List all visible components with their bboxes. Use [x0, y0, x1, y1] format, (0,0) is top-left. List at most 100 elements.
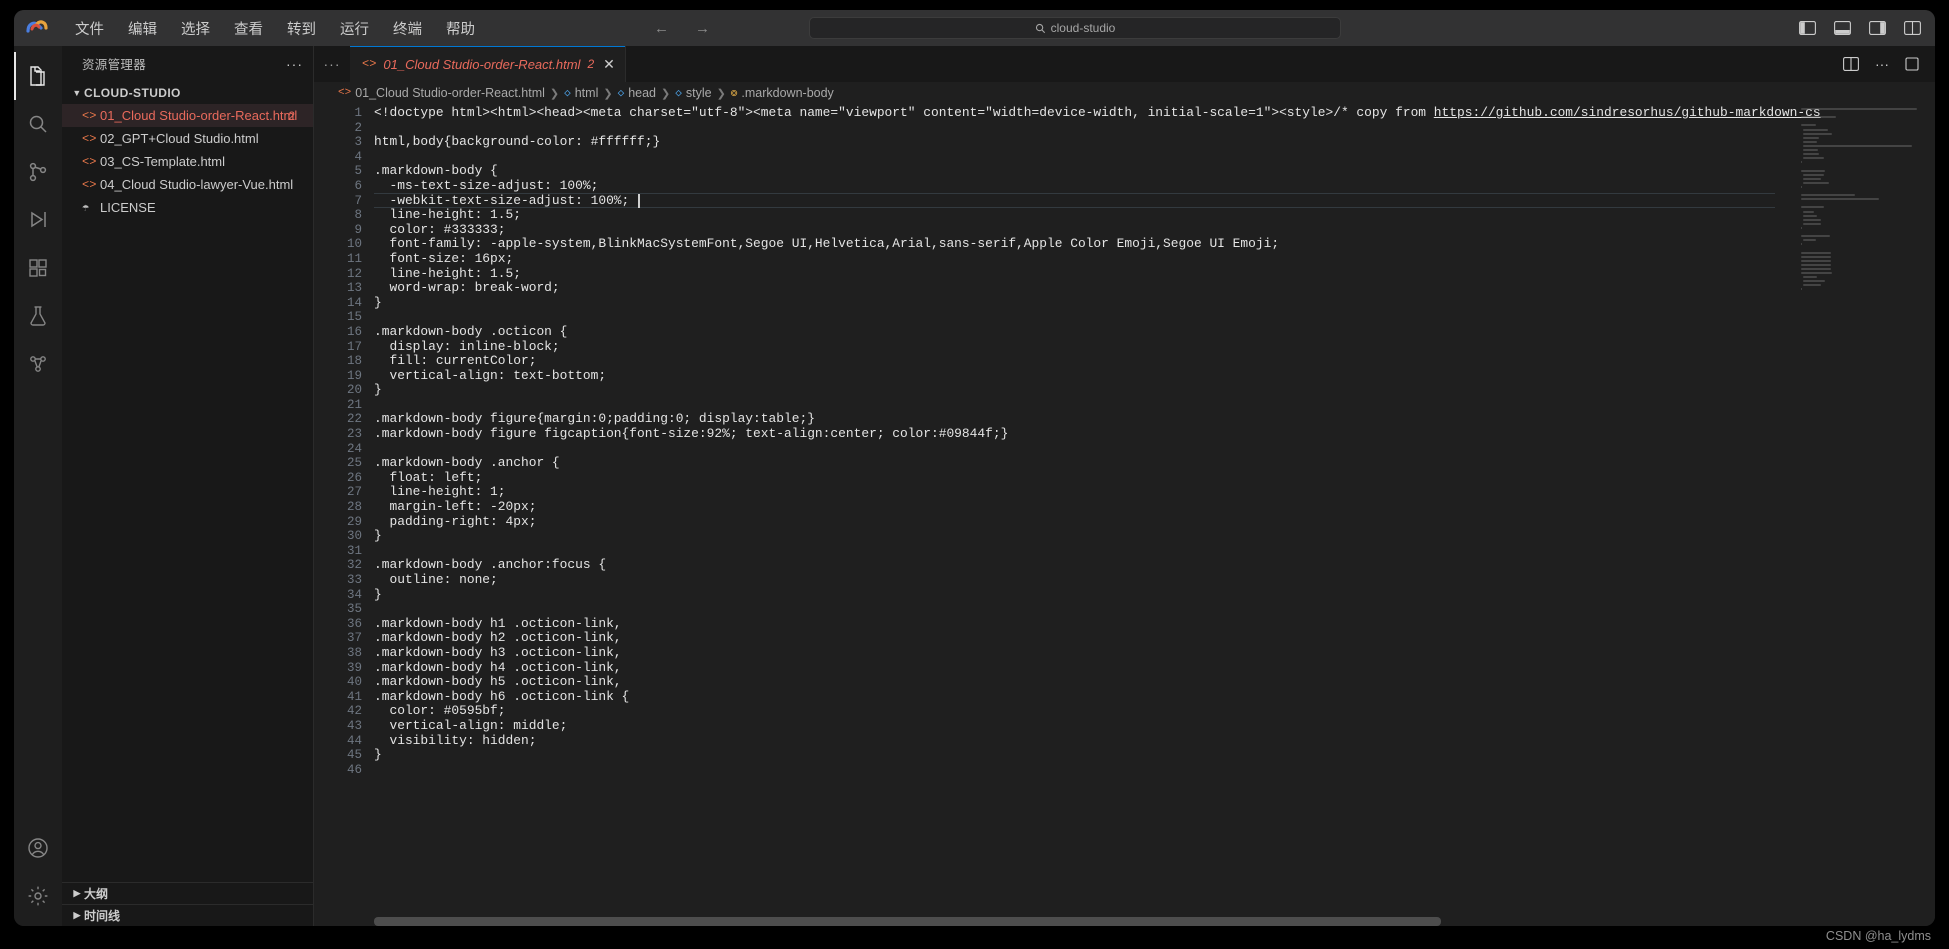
- code-line[interactable]: font-size: 16px;: [374, 251, 1935, 267]
- sidebar-item-explorer[interactable]: [14, 52, 62, 100]
- code-line[interactable]: .markdown-body h3 .octicon-link,: [374, 645, 1935, 661]
- code-line[interactable]: }: [374, 587, 1935, 603]
- sidebar-item-testing[interactable]: [14, 292, 62, 340]
- forward-arrow-icon[interactable]: →: [695, 20, 710, 37]
- breadcrumb-item-file[interactable]: <> 01_Cloud Studio-order-React.html: [338, 86, 545, 100]
- code-line[interactable]: line-height: 1.5;: [374, 208, 1935, 223]
- file-item-02[interactable]: <> 02_GPT+Cloud Studio.html: [62, 127, 313, 150]
- code-line[interactable]: }: [374, 748, 1935, 763]
- code-content[interactable]: <!doctype html><html><head><meta charset…: [374, 104, 1935, 926]
- settings-gear-icon[interactable]: [14, 872, 62, 920]
- code-line[interactable]: html,body{background-color: #ffffff;}: [374, 135, 1935, 150]
- maximize-icon[interactable]: [1905, 57, 1919, 71]
- code-line[interactable]: .markdown-body h1 .octicon-link,: [374, 616, 1935, 632]
- menu-item-file[interactable]: 文件: [64, 14, 115, 43]
- code-line[interactable]: [374, 602, 1935, 617]
- code-line[interactable]: .markdown-body h4 .octicon-link,: [374, 660, 1935, 676]
- code-line[interactable]: .markdown-body .anchor:focus {: [374, 558, 1935, 573]
- customize-layout-icon[interactable]: [1904, 21, 1921, 35]
- code-link[interactable]: https://github.com/sindresorhus/github-m…: [1434, 105, 1821, 120]
- code-line[interactable]: color: #333333;: [374, 222, 1935, 238]
- code-line[interactable]: vertical-align: text-bottom;: [374, 368, 1935, 384]
- code-line[interactable]: [374, 442, 1935, 457]
- code-line[interactable]: margin-left: -20px;: [374, 499, 1935, 515]
- toggle-primary-sidebar-icon[interactable]: [1799, 21, 1816, 35]
- horizontal-scrollbar[interactable]: [374, 917, 1441, 926]
- code-line[interactable]: .markdown-body .anchor {: [374, 456, 1935, 471]
- code-line[interactable]: .markdown-body h2 .octicon-link,: [374, 631, 1935, 646]
- code-line[interactable]: .markdown-body h5 .octicon-link,: [374, 675, 1935, 690]
- code-line[interactable]: font-family: -apple-system,BlinkMacSyste…: [374, 237, 1935, 252]
- code-line[interactable]: [374, 763, 1935, 778]
- code-line[interactable]: vertical-align: middle;: [374, 718, 1935, 734]
- code-line[interactable]: float: left;: [374, 470, 1935, 486]
- code-line[interactable]: padding-right: 4px;: [374, 514, 1935, 530]
- breadcrumb-item-style[interactable]: ◇ style: [675, 86, 711, 100]
- code-line[interactable]: }: [374, 295, 1935, 311]
- code-line[interactable]: [374, 544, 1935, 559]
- code-line[interactable]: .markdown-body figure figcaption{font-si…: [374, 426, 1935, 442]
- code-editor[interactable]: 1 2 3 4 5 6 7 8 9 10 11 12 13 14 15 16 17 18 19 20 21 22 23 24 2…: [314, 104, 1935, 926]
- menu-item-edit[interactable]: 编辑: [117, 14, 168, 43]
- accounts-icon[interactable]: [14, 824, 62, 872]
- code-line[interactable]: <!doctype html><html><head><meta charset…: [374, 105, 1935, 121]
- section-timeline[interactable]: ▶ 时间线: [62, 904, 313, 926]
- file-item-01[interactable]: <> 01_Cloud Studio-order-React.html 2: [62, 104, 313, 127]
- code-line[interactable]: .markdown-body .octicon {: [374, 324, 1935, 340]
- folder-root-row[interactable]: ▼ CLOUD-STUDIO: [62, 81, 313, 104]
- code-line[interactable]: .markdown-body {: [374, 164, 1935, 179]
- command-search-bar[interactable]: cloud-studio: [809, 17, 1341, 39]
- sidebar-item-run-and-debug[interactable]: [14, 196, 62, 244]
- code-line[interactable]: .markdown-body h6 .octicon-link {: [374, 689, 1935, 705]
- code-line[interactable]: outline: none;: [374, 572, 1935, 588]
- menu-item-go[interactable]: 转到: [276, 14, 327, 43]
- code-line[interactable]: display: inline-block;: [374, 339, 1935, 355]
- code-line[interactable]: word-wrap: break-word;: [374, 281, 1935, 296]
- editor-tab[interactable]: <> 01_Cloud Studio-order-React.html 2 ✕: [350, 46, 626, 82]
- sidebar-item-extensions[interactable]: [14, 244, 62, 292]
- menu-item-selection[interactable]: 选择: [170, 14, 221, 43]
- breadcrumb-item-selector[interactable]: ❂ .markdown-body: [731, 86, 834, 100]
- explorer-sidebar: 资源管理器 ··· ▼ CLOUD-STUDIO <> 01_Cloud Stu…: [62, 46, 314, 926]
- sidebar-item-remote-explorer[interactable]: [14, 340, 62, 388]
- code-line[interactable]: [374, 121, 1935, 136]
- sidebar-item-search[interactable]: [14, 100, 62, 148]
- menu-item-terminal[interactable]: 终端: [382, 14, 433, 43]
- file-item-03[interactable]: <> 03_CS-Template.html: [62, 150, 313, 173]
- code-line[interactable]: [374, 398, 1935, 413]
- code-line[interactable]: -webkit-text-size-adjust: 100%;: [374, 193, 1935, 209]
- minimap[interactable]: [1801, 104, 1921, 926]
- menu-item-view[interactable]: 查看: [223, 14, 274, 43]
- file-item-license[interactable]: ☂ LICENSE: [62, 196, 313, 219]
- back-arrow-icon[interactable]: ←: [654, 20, 669, 37]
- code-line[interactable]: line-height: 1.5;: [374, 266, 1935, 282]
- toggle-panel-icon[interactable]: [1834, 21, 1851, 35]
- file-item-04[interactable]: <> 04_Cloud Studio-lawyer-Vue.html: [62, 173, 313, 196]
- tab-overflow-icon[interactable]: ···: [314, 46, 350, 82]
- code-line[interactable]: }: [374, 383, 1935, 398]
- code-line[interactable]: -ms-text-size-adjust: 100%;: [374, 178, 1935, 194]
- menu-item-run[interactable]: 运行: [329, 14, 380, 43]
- sidebar-item-source-control[interactable]: [14, 148, 62, 196]
- minimap-line: [1801, 243, 1802, 246]
- code-line[interactable]: .markdown-body figure{margin:0;padding:0…: [374, 412, 1935, 427]
- close-icon[interactable]: ✕: [603, 56, 615, 73]
- code-line[interactable]: line-height: 1;: [374, 485, 1935, 500]
- minimap-line: [1801, 198, 1879, 201]
- line-number: 26: [346, 470, 362, 485]
- code-line[interactable]: visibility: hidden;: [374, 733, 1935, 749]
- code-line[interactable]: [374, 310, 1935, 325]
- section-outline[interactable]: ▶ 大纲: [62, 882, 313, 904]
- more-actions-icon[interactable]: ···: [1875, 56, 1889, 72]
- code-line[interactable]: [374, 150, 1935, 165]
- code-line[interactable]: }: [374, 529, 1935, 544]
- menu-item-help[interactable]: 帮助: [435, 14, 486, 43]
- minimap-line: [1801, 267, 1832, 270]
- code-line[interactable]: fill: currentColor;: [374, 353, 1935, 369]
- toggle-secondary-sidebar-icon[interactable]: [1869, 21, 1886, 35]
- breadcrumb-item-head[interactable]: ◇ head: [618, 86, 656, 100]
- code-line[interactable]: color: #0595bf;: [374, 704, 1935, 719]
- sidebar-more-actions-icon[interactable]: ···: [286, 56, 303, 72]
- split-editor-icon[interactable]: [1843, 57, 1859, 71]
- breadcrumb-item-html[interactable]: ◇ html: [564, 86, 598, 100]
